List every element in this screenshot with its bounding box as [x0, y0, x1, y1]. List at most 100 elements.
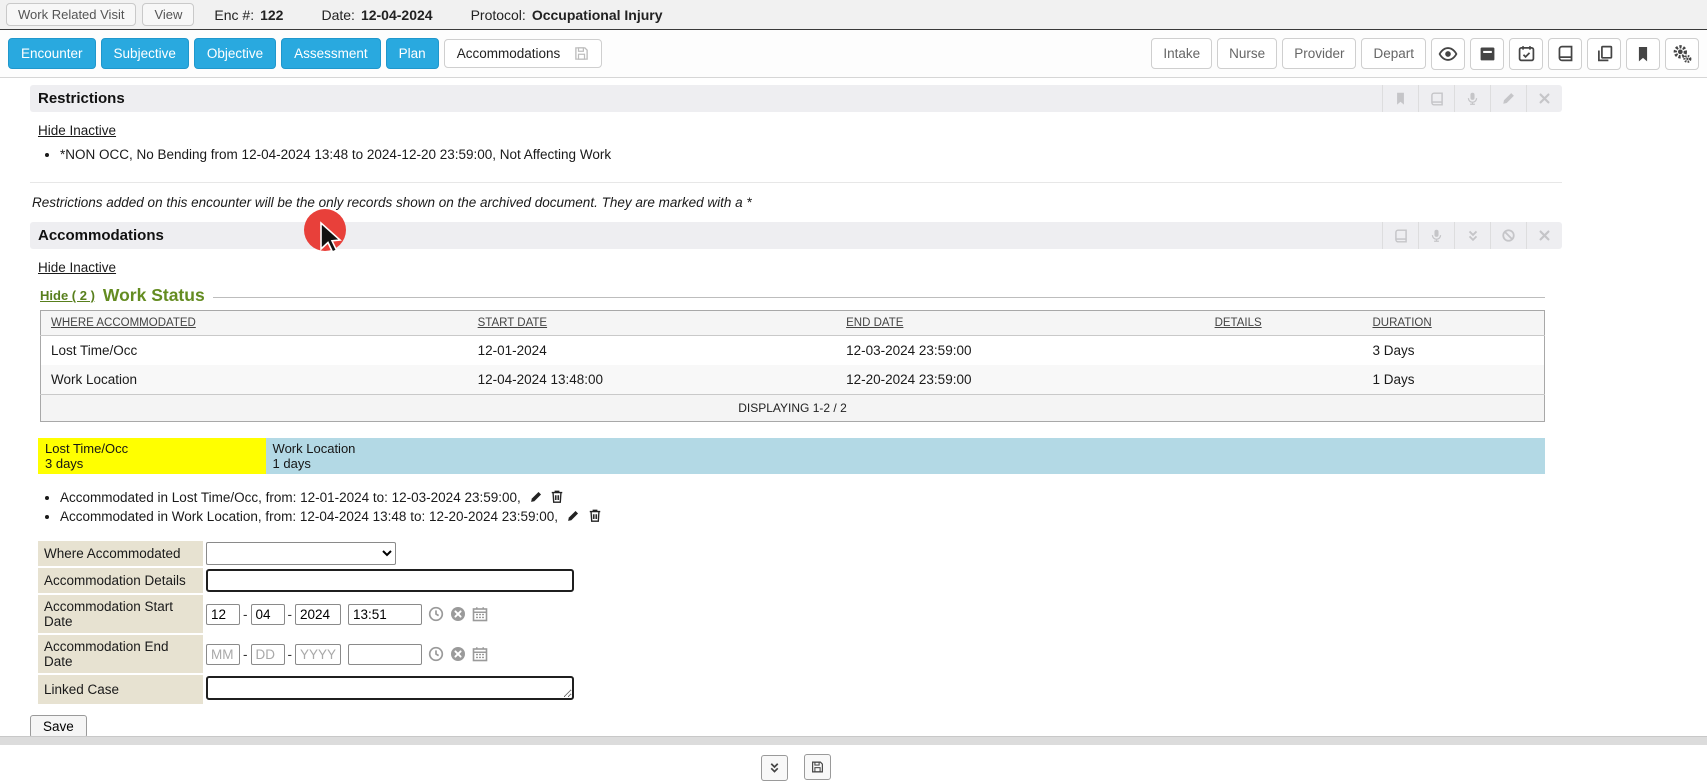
linked-case-input[interactable]	[206, 676, 574, 700]
tab-plan[interactable]: Plan	[386, 38, 439, 69]
bottom-scroll-strip	[0, 736, 1707, 745]
date-separator: -	[243, 647, 248, 662]
fieldset-line	[213, 297, 1545, 298]
book-icon[interactable]	[1548, 38, 1582, 70]
save-icon[interactable]	[804, 754, 831, 780]
calendar-icon[interactable]	[472, 646, 488, 662]
clear-date-icon[interactable]	[450, 646, 466, 662]
accommodation-entries: Accommodated in Lost Time/Occ, from: 12-…	[30, 489, 1562, 524]
book-icon[interactable]	[1382, 222, 1418, 249]
accommodation-details-label: Accommodation Details	[38, 568, 203, 593]
tab-accommodations-active[interactable]: Accommodations	[444, 39, 603, 68]
accommodations-header: Accommodations	[30, 222, 1562, 249]
col-start-date[interactable]: START DATE	[468, 311, 836, 336]
protocol-value: Occupational Injury	[532, 7, 663, 23]
end-day-input[interactable]	[251, 644, 285, 665]
microphone-icon[interactable]	[1418, 222, 1454, 249]
list-item: Accommodated in Lost Time/Occ, from: 12-…	[60, 489, 1562, 505]
archive-icon[interactable]	[1470, 38, 1504, 70]
cell-duration: 3 Days	[1362, 336, 1544, 366]
double-chevron-down-icon[interactable]	[1454, 222, 1490, 249]
tab-assessment[interactable]: Assessment	[281, 38, 381, 69]
save-icon	[574, 46, 589, 61]
col-duration[interactable]: DURATION	[1362, 311, 1544, 336]
encounter-number: Enc #: 122	[214, 7, 283, 23]
end-month-input[interactable]	[206, 644, 240, 665]
date-separator: -	[243, 607, 248, 622]
bookmark-icon[interactable]	[1626, 38, 1660, 70]
calendar-check-icon[interactable]	[1509, 38, 1543, 70]
save-button[interactable]: Save	[30, 715, 87, 738]
settings-gears-icon[interactable]	[1665, 38, 1699, 70]
clock-icon[interactable]	[428, 646, 444, 662]
work-status-section: Hide ( 2 ) Work Status WHERE ACCOMMODATE…	[40, 285, 1545, 422]
view-button[interactable]: View	[142, 3, 194, 26]
cell-start: 12-01-2024	[468, 336, 836, 366]
provider-button[interactable]: Provider	[1282, 38, 1356, 69]
start-day-input[interactable]	[251, 604, 285, 625]
col-details[interactable]: DETAILS	[1205, 311, 1363, 336]
nurse-button[interactable]: Nurse	[1217, 38, 1277, 69]
cell-where: Work Location	[41, 365, 468, 395]
date-separator: -	[288, 647, 293, 662]
linked-case-label: Linked Case	[38, 675, 203, 704]
eye-icon[interactable]	[1431, 38, 1465, 70]
where-accommodated-select[interactable]	[206, 542, 396, 565]
timeline-segment-lost-time: Lost Time/Occ 3 days	[38, 438, 266, 474]
restrictions-hide-inactive-link[interactable]: Hide Inactive	[38, 123, 116, 138]
protocol: Protocol: Occupational Injury	[471, 7, 663, 23]
entry-text: Accommodated in Work Location, from: 12-…	[60, 509, 558, 524]
divider	[30, 182, 1562, 183]
block-icon[interactable]	[1490, 222, 1526, 249]
intake-button[interactable]: Intake	[1151, 38, 1212, 69]
end-time-input[interactable]	[348, 644, 422, 665]
accommodation-details-input[interactable]	[206, 569, 574, 592]
depart-button[interactable]: Depart	[1361, 38, 1426, 69]
bookmark-icon[interactable]	[1382, 85, 1418, 112]
cell-duration: 1 Days	[1362, 365, 1544, 395]
segment-label: Work Location	[273, 441, 1538, 456]
start-year-input[interactable]	[295, 604, 341, 625]
active-tab-label: Accommodations	[457, 46, 561, 61]
work-related-visit-button[interactable]: Work Related Visit	[6, 3, 136, 26]
tab-objective[interactable]: Objective	[194, 38, 276, 69]
table-row[interactable]: Work Location 12-04-2024 13:48:00 12-20-…	[41, 365, 1545, 395]
work-status-hide-link[interactable]: Hide ( 2 )	[40, 288, 95, 303]
encounter-date: Date: 12-04-2024	[321, 7, 432, 23]
col-where-accommodated[interactable]: WHERE ACCOMMODATED	[41, 311, 468, 336]
copy-icon[interactable]	[1587, 38, 1621, 70]
end-year-input[interactable]	[295, 644, 341, 665]
trash-icon[interactable]	[588, 508, 602, 523]
segment-duration: 3 days	[45, 456, 259, 471]
edit-pencil-icon[interactable]	[529, 490, 543, 504]
clock-icon[interactable]	[428, 606, 444, 622]
start-time-input[interactable]	[348, 604, 422, 625]
edit-pencil-icon[interactable]	[566, 509, 580, 523]
cell-where: Lost Time/Occ	[41, 336, 468, 366]
segment-label: Lost Time/Occ	[45, 441, 259, 456]
close-icon[interactable]	[1526, 222, 1562, 249]
accommodations-hide-inactive-link[interactable]: Hide Inactive	[38, 260, 116, 275]
work-status-title: Work Status	[103, 285, 205, 306]
clear-date-icon[interactable]	[450, 606, 466, 622]
segment-duration: 1 days	[273, 456, 1538, 471]
entry-text: Accommodated in Lost Time/Occ, from: 12-…	[60, 490, 521, 505]
book-icon[interactable]	[1418, 85, 1454, 112]
microphone-icon[interactable]	[1454, 85, 1490, 112]
table-row[interactable]: Lost Time/Occ 12-01-2024 12-03-2024 23:5…	[41, 336, 1545, 366]
trash-icon[interactable]	[550, 489, 564, 504]
restriction-item: *NON OCC, No Bending from 12-04-2024 13:…	[60, 147, 1562, 162]
restrictions-note: Restrictions added on this encounter wil…	[32, 195, 1562, 210]
cell-end: 12-20-2024 23:59:00	[836, 365, 1204, 395]
col-end-date[interactable]: END DATE	[836, 311, 1204, 336]
cell-start: 12-04-2024 13:48:00	[468, 365, 836, 395]
close-icon[interactable]	[1526, 85, 1562, 112]
calendar-icon[interactable]	[472, 606, 488, 622]
tab-encounter[interactable]: Encounter	[8, 38, 96, 69]
pencil-icon[interactable]	[1490, 85, 1526, 112]
cell-end: 12-03-2024 23:59:00	[836, 336, 1204, 366]
tab-subjective[interactable]: Subjective	[101, 38, 189, 69]
start-month-input[interactable]	[206, 604, 240, 625]
main-toolbar: Encounter Subjective Objective Assessmen…	[0, 30, 1707, 78]
double-chevron-down-icon[interactable]	[761, 755, 788, 781]
